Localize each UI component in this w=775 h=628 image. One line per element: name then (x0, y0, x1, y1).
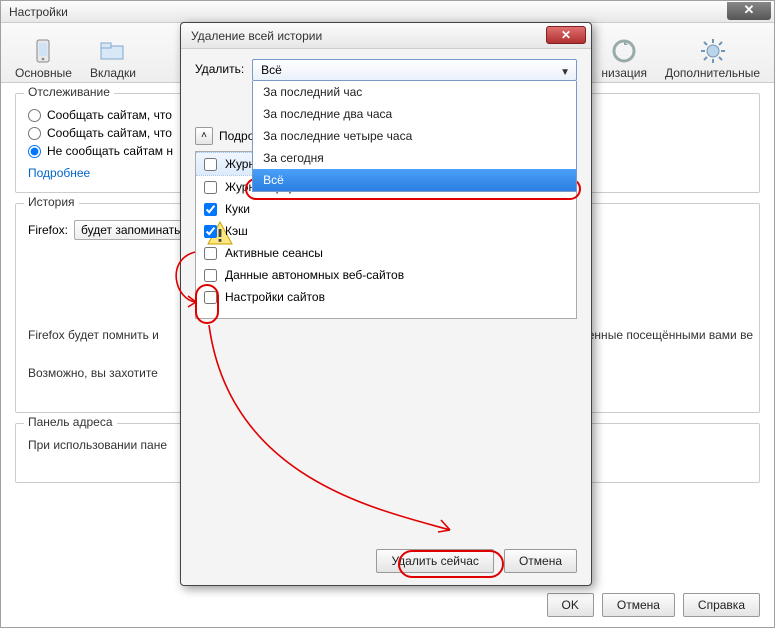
tracking-more-link[interactable]: Подробнее (28, 166, 90, 180)
delete-now-button[interactable]: Удалить сейчас (376, 549, 493, 573)
phone-icon (27, 38, 59, 64)
ok-button[interactable]: OK (547, 593, 594, 617)
delete-range-row: Удалить: Всё За последний час За последн… (195, 59, 577, 81)
settings-title-text: Настройки (9, 5, 68, 19)
check-item-offline[interactable]: Данные автономных веб-сайтов (196, 264, 576, 286)
toolbar-label: Основные (15, 66, 72, 80)
range-option[interactable]: За последние четыре часа (253, 125, 576, 147)
gear-icon (697, 38, 729, 64)
dialog-title-bar: Удаление всей истории ✕ (181, 23, 591, 49)
settings-button-row: OK Отмена Справка (547, 593, 760, 617)
range-option-selected[interactable]: Всё (253, 169, 576, 191)
range-option[interactable]: За последние два часа (253, 103, 576, 125)
sync-icon (608, 38, 640, 64)
check-item-siteprefs[interactable]: Настройки сайтов (196, 286, 576, 308)
toolbar-label: Дополнительные (665, 66, 760, 80)
toolbar-item-extras[interactable]: Дополнительные (657, 27, 768, 82)
delete-label: Удалить: (195, 59, 244, 76)
dialog-title-text: Удаление всей истории (191, 29, 322, 43)
dialog-cancel-button[interactable]: Отмена (504, 549, 577, 573)
dialog-close-button[interactable]: ✕ (546, 26, 586, 44)
range-option[interactable]: За сегодня (253, 147, 576, 169)
firefox-label: Firefox: (28, 223, 68, 237)
tracking-legend: Отслеживание (24, 85, 114, 99)
folder-icon (97, 38, 129, 64)
check-item-cookies[interactable]: Куки (196, 198, 576, 220)
settings-title-bar: Настройки ✕ (1, 1, 774, 23)
addressbar-legend: Панель адреса (24, 415, 117, 429)
check-item-sessions[interactable]: Активные сеансы (196, 242, 576, 264)
check-item-cache[interactable]: Кэш (196, 220, 576, 242)
toolbar-label: низация (601, 66, 647, 80)
dialog-button-row: Удалить сейчас Отмена (376, 549, 577, 573)
toolbar-item-sync[interactable]: низация (593, 27, 655, 82)
toolbar-label: Вкладки (90, 66, 136, 80)
range-select[interactable]: Всё (252, 59, 577, 81)
toolbar-item-main[interactable]: Основные (7, 27, 80, 82)
settings-close-button[interactable]: ✕ (727, 2, 771, 20)
range-option[interactable]: За последний час (253, 81, 576, 103)
collapse-icon[interactable]: ˄ (195, 127, 213, 145)
clear-history-dialog: Удаление всей истории ✕ Удалить: Всё За … (180, 22, 592, 586)
toolbar-item-tabs[interactable]: Вкладки (82, 27, 144, 82)
settings-cancel-button[interactable]: Отмена (602, 593, 675, 617)
range-dropdown: За последний час За последние два часа З… (252, 81, 577, 192)
help-button[interactable]: Справка (683, 593, 760, 617)
history-legend: История (24, 195, 79, 209)
